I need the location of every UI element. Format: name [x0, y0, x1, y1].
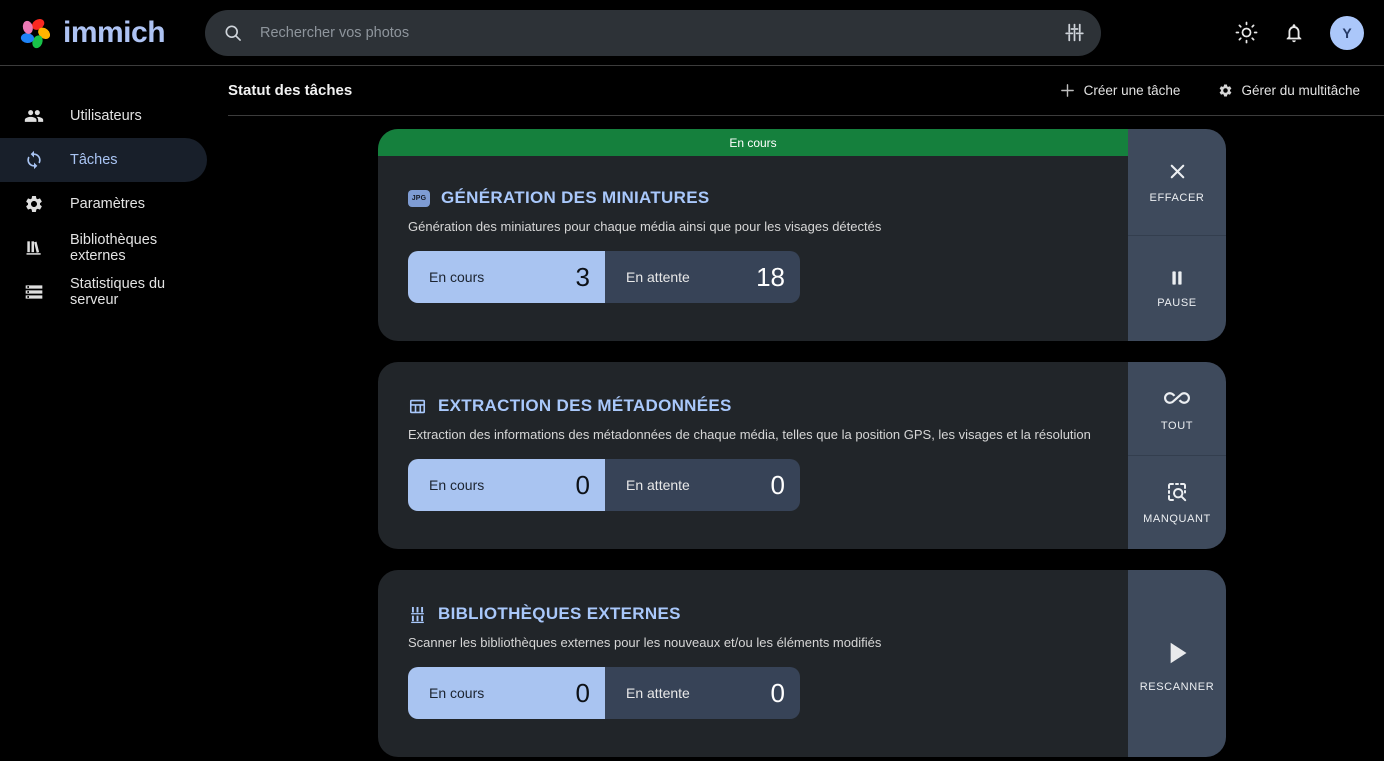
job-title: GÉNÉRATION DES MINIATURES: [441, 188, 710, 208]
pause-icon: [1167, 268, 1187, 288]
immich-logo-icon: [16, 14, 54, 52]
run-all-button[interactable]: TOUT: [1128, 362, 1226, 455]
job-title-row: BIBLIOTHÈQUES EXTERNES: [408, 604, 1098, 624]
search-input[interactable]: [258, 24, 1049, 42]
plus-icon: [1059, 82, 1076, 99]
sidebar-item-label: Paramètres: [70, 196, 145, 212]
waiting-count-box: En attente 0: [605, 667, 800, 719]
job-card-thumbnail-generation: En cours JPG GÉNÉRATION DES MINIATURES G…: [378, 129, 1226, 341]
sidebar-item-external-libraries[interactable]: Bibliothèques externes: [0, 226, 207, 270]
job-description: Génération des miniatures pour chaque mé…: [408, 219, 1098, 234]
sidebar-item-label: Utilisateurs: [70, 108, 142, 124]
sidebar-item-server-stats[interactable]: Statistiques du serveur: [0, 270, 207, 314]
user-avatar[interactable]: Y: [1330, 16, 1364, 50]
sun-icon: [1235, 21, 1258, 44]
clear-job-button[interactable]: EFFACER: [1128, 129, 1226, 235]
users-icon: [24, 106, 44, 126]
jpg-file-icon: JPG: [408, 190, 430, 207]
sidebar-item-label: Bibliothèques externes: [70, 232, 207, 264]
job-card-main: BIBLIOTHÈQUES EXTERNES Scanner les bibli…: [378, 570, 1128, 757]
sidebar-item-label: Statistiques du serveur: [70, 276, 207, 308]
job-title: EXTRACTION DES MÉTADONNÉES: [438, 396, 732, 416]
app-logo[interactable]: immich: [0, 14, 205, 52]
pause-job-button[interactable]: PAUSE: [1128, 235, 1226, 342]
play-icon: [1158, 634, 1196, 672]
search-filter-button[interactable]: [1064, 22, 1085, 43]
sync-icon: [24, 150, 44, 170]
job-actions-panel: TOUT MANQUANT: [1128, 362, 1226, 549]
page-header: Statut des tâches Créer une tâche Gérer …: [228, 66, 1384, 116]
gear-icon: [24, 194, 44, 214]
job-description: Scanner les bibliothèques externes pour …: [408, 635, 1098, 650]
create-job-button[interactable]: Créer une tâche: [1053, 81, 1187, 100]
search-bar[interactable]: [205, 10, 1101, 56]
waiting-count: 18: [756, 262, 785, 293]
job-card-metadata-extraction: EXTRACTION DES MÉTADONNÉES Extraction de…: [378, 362, 1226, 549]
job-card-external-libraries: BIBLIOTHÈQUES EXTERNES Scanner les bibli…: [378, 570, 1226, 757]
sidebar-item-label: Tâches: [70, 152, 118, 168]
main-area: Statut des tâches Créer une tâche Gérer …: [220, 66, 1384, 760]
active-count-box: En cours 0: [408, 459, 605, 511]
active-count: 0: [576, 470, 590, 501]
waiting-count: 0: [771, 470, 785, 501]
job-title: BIBLIOTHÈQUES EXTERNES: [438, 604, 681, 624]
waiting-count-box: En attente 0: [605, 459, 800, 511]
topbar-actions: Y: [1235, 16, 1384, 50]
jobs-content: En cours JPG GÉNÉRATION DES MINIATURES G…: [220, 116, 1384, 760]
header-actions: Créer une tâche Gérer du multitâche: [1053, 81, 1366, 100]
library-icon: [24, 238, 44, 258]
waiting-count: 0: [771, 678, 785, 709]
theme-toggle-button[interactable]: [1235, 21, 1258, 44]
job-title-row: JPG GÉNÉRATION DES MINIATURES: [408, 188, 1098, 208]
sidebar-item-jobs[interactable]: Tâches: [0, 138, 207, 182]
job-card-main: En cours JPG GÉNÉRATION DES MINIATURES G…: [378, 129, 1128, 341]
rescan-button[interactable]: RESCANNER: [1128, 570, 1226, 757]
sidebar-item-settings[interactable]: Paramètres: [0, 182, 207, 226]
job-stats: En cours 0 En attente 0: [408, 667, 1098, 719]
job-stats: En cours 3 En attente 18: [408, 251, 1098, 303]
job-title-row: EXTRACTION DES MÉTADONNÉES: [408, 396, 1098, 416]
infinity-icon: [1164, 385, 1190, 411]
search-icon: [223, 23, 243, 43]
bell-icon: [1283, 22, 1305, 44]
active-count: 3: [576, 262, 590, 293]
server-icon: [24, 282, 44, 302]
active-count-box: En cours 0: [408, 667, 605, 719]
run-missing-button[interactable]: MANQUANT: [1128, 455, 1226, 549]
page-title: Statut des tâches: [228, 82, 352, 99]
gear-icon: [1218, 83, 1233, 98]
logo-wordmark: immich: [63, 16, 165, 50]
table-icon: [408, 397, 427, 416]
topbar: immich: [0, 0, 1384, 66]
notifications-button[interactable]: [1283, 22, 1305, 44]
manage-concurrency-button[interactable]: Gérer du multitâche: [1212, 81, 1366, 100]
selection-search-icon: [1165, 480, 1189, 504]
job-actions-panel: RESCANNER: [1128, 570, 1226, 757]
active-count: 0: [576, 678, 590, 709]
job-description: Extraction des informations des métadonn…: [408, 427, 1098, 442]
close-icon: [1166, 160, 1189, 183]
library-shelves-icon: [408, 605, 427, 624]
active-count-box: En cours 3: [408, 251, 605, 303]
tune-icon: [1064, 22, 1085, 43]
status-banner: En cours: [378, 129, 1128, 156]
sidebar-item-users[interactable]: Utilisateurs: [0, 94, 207, 138]
job-actions-panel: EFFACER PAUSE: [1128, 129, 1226, 341]
job-card-main: EXTRACTION DES MÉTADONNÉES Extraction de…: [378, 362, 1128, 549]
waiting-count-box: En attente 18: [605, 251, 800, 303]
admin-sidebar: Utilisateurs Tâches Paramètres Bibliothè…: [0, 66, 220, 760]
job-stats: En cours 0 En attente 0: [408, 459, 1098, 511]
